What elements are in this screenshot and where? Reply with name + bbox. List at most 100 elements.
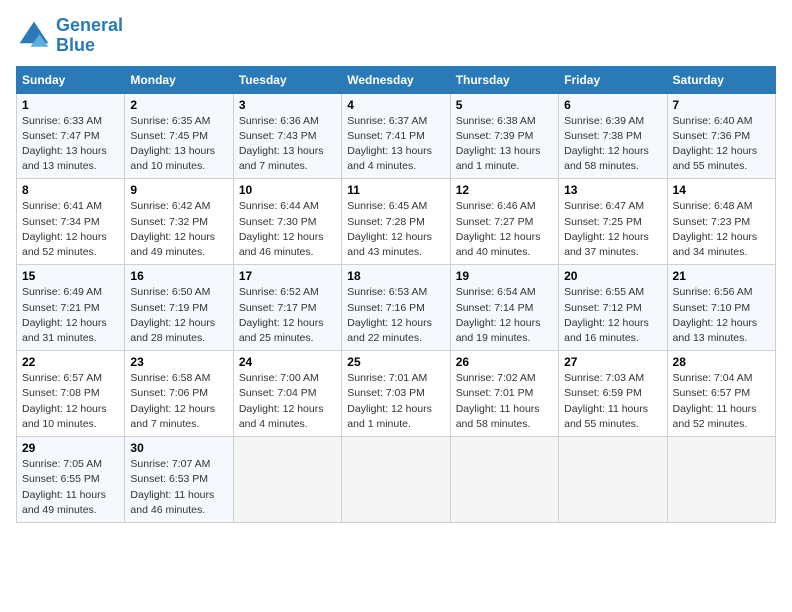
calendar-cell: 26 Sunrise: 7:02 AM Sunset: 7:01 PM Dayl…	[450, 351, 558, 437]
calendar-cell: 30 Sunrise: 7:07 AM Sunset: 6:53 PM Dayl…	[125, 437, 233, 523]
calendar-cell: 21 Sunrise: 6:56 AM Sunset: 7:10 PM Dayl…	[667, 265, 775, 351]
calendar-cell: 2 Sunrise: 6:35 AM Sunset: 7:45 PM Dayli…	[125, 93, 233, 179]
day-number: 10	[239, 183, 336, 197]
calendar-cell: 16 Sunrise: 6:50 AM Sunset: 7:19 PM Dayl…	[125, 265, 233, 351]
calendar-cell: 8 Sunrise: 6:41 AM Sunset: 7:34 PM Dayli…	[17, 179, 125, 265]
calendar-week-5: 29 Sunrise: 7:05 AM Sunset: 6:55 PM Dayl…	[17, 437, 776, 523]
logo: General Blue	[16, 16, 123, 56]
calendar-cell	[559, 437, 667, 523]
day-number: 18	[347, 269, 444, 283]
day-info: Sunrise: 6:53 AM Sunset: 7:16 PM Dayligh…	[347, 285, 444, 346]
day-info: Sunrise: 6:49 AM Sunset: 7:21 PM Dayligh…	[22, 285, 119, 346]
day-number: 4	[347, 98, 444, 112]
day-number: 21	[673, 269, 770, 283]
day-number: 12	[456, 183, 553, 197]
calendar-cell: 15 Sunrise: 6:49 AM Sunset: 7:21 PM Dayl…	[17, 265, 125, 351]
calendar-cell	[342, 437, 450, 523]
day-number: 23	[130, 355, 227, 369]
calendar-week-3: 15 Sunrise: 6:49 AM Sunset: 7:21 PM Dayl…	[17, 265, 776, 351]
day-info: Sunrise: 6:57 AM Sunset: 7:08 PM Dayligh…	[22, 371, 119, 432]
day-info: Sunrise: 6:58 AM Sunset: 7:06 PM Dayligh…	[130, 371, 227, 432]
calendar-table: SundayMondayTuesdayWednesdayThursdayFrid…	[16, 66, 776, 523]
day-number: 26	[456, 355, 553, 369]
day-number: 20	[564, 269, 661, 283]
day-info: Sunrise: 7:07 AM Sunset: 6:53 PM Dayligh…	[130, 457, 227, 518]
calendar-cell: 18 Sunrise: 6:53 AM Sunset: 7:16 PM Dayl…	[342, 265, 450, 351]
calendar-cell: 25 Sunrise: 7:01 AM Sunset: 7:03 PM Dayl…	[342, 351, 450, 437]
day-info: Sunrise: 6:37 AM Sunset: 7:41 PM Dayligh…	[347, 114, 444, 175]
day-number: 8	[22, 183, 119, 197]
col-header-sunday: Sunday	[17, 66, 125, 93]
calendar-cell: 3 Sunrise: 6:36 AM Sunset: 7:43 PM Dayli…	[233, 93, 341, 179]
day-info: Sunrise: 7:02 AM Sunset: 7:01 PM Dayligh…	[456, 371, 553, 432]
calendar-cell: 19 Sunrise: 6:54 AM Sunset: 7:14 PM Dayl…	[450, 265, 558, 351]
day-info: Sunrise: 6:44 AM Sunset: 7:30 PM Dayligh…	[239, 199, 336, 260]
col-header-monday: Monday	[125, 66, 233, 93]
calendar-cell: 12 Sunrise: 6:46 AM Sunset: 7:27 PM Dayl…	[450, 179, 558, 265]
day-number: 14	[673, 183, 770, 197]
calendar-cell: 20 Sunrise: 6:55 AM Sunset: 7:12 PM Dayl…	[559, 265, 667, 351]
day-info: Sunrise: 6:56 AM Sunset: 7:10 PM Dayligh…	[673, 285, 770, 346]
day-number: 2	[130, 98, 227, 112]
day-number: 19	[456, 269, 553, 283]
calendar-cell: 6 Sunrise: 6:39 AM Sunset: 7:38 PM Dayli…	[559, 93, 667, 179]
day-info: Sunrise: 7:04 AM Sunset: 6:57 PM Dayligh…	[673, 371, 770, 432]
day-info: Sunrise: 6:42 AM Sunset: 7:32 PM Dayligh…	[130, 199, 227, 260]
day-info: Sunrise: 6:47 AM Sunset: 7:25 PM Dayligh…	[564, 199, 661, 260]
calendar-week-1: 1 Sunrise: 6:33 AM Sunset: 7:47 PM Dayli…	[17, 93, 776, 179]
logo-text: General Blue	[56, 16, 123, 56]
calendar-cell: 29 Sunrise: 7:05 AM Sunset: 6:55 PM Dayl…	[17, 437, 125, 523]
calendar-cell: 7 Sunrise: 6:40 AM Sunset: 7:36 PM Dayli…	[667, 93, 775, 179]
day-info: Sunrise: 6:36 AM Sunset: 7:43 PM Dayligh…	[239, 114, 336, 175]
day-info: Sunrise: 6:41 AM Sunset: 7:34 PM Dayligh…	[22, 199, 119, 260]
col-header-friday: Friday	[559, 66, 667, 93]
day-info: Sunrise: 6:39 AM Sunset: 7:38 PM Dayligh…	[564, 114, 661, 175]
day-info: Sunrise: 6:50 AM Sunset: 7:19 PM Dayligh…	[130, 285, 227, 346]
calendar-cell: 24 Sunrise: 7:00 AM Sunset: 7:04 PM Dayl…	[233, 351, 341, 437]
calendar-cell	[667, 437, 775, 523]
calendar-cell	[450, 437, 558, 523]
calendar-cell: 10 Sunrise: 6:44 AM Sunset: 7:30 PM Dayl…	[233, 179, 341, 265]
day-number: 6	[564, 98, 661, 112]
calendar-week-2: 8 Sunrise: 6:41 AM Sunset: 7:34 PM Dayli…	[17, 179, 776, 265]
calendar-cell: 14 Sunrise: 6:48 AM Sunset: 7:23 PM Dayl…	[667, 179, 775, 265]
day-info: Sunrise: 6:45 AM Sunset: 7:28 PM Dayligh…	[347, 199, 444, 260]
day-number: 5	[456, 98, 553, 112]
calendar-cell: 13 Sunrise: 6:47 AM Sunset: 7:25 PM Dayl…	[559, 179, 667, 265]
day-info: Sunrise: 6:48 AM Sunset: 7:23 PM Dayligh…	[673, 199, 770, 260]
day-number: 13	[564, 183, 661, 197]
calendar-cell: 28 Sunrise: 7:04 AM Sunset: 6:57 PM Dayl…	[667, 351, 775, 437]
day-info: Sunrise: 6:55 AM Sunset: 7:12 PM Dayligh…	[564, 285, 661, 346]
day-number: 11	[347, 183, 444, 197]
day-number: 27	[564, 355, 661, 369]
day-number: 29	[22, 441, 119, 455]
day-info: Sunrise: 6:46 AM Sunset: 7:27 PM Dayligh…	[456, 199, 553, 260]
day-info: Sunrise: 6:40 AM Sunset: 7:36 PM Dayligh…	[673, 114, 770, 175]
col-header-saturday: Saturday	[667, 66, 775, 93]
col-header-wednesday: Wednesday	[342, 66, 450, 93]
calendar-cell: 9 Sunrise: 6:42 AM Sunset: 7:32 PM Dayli…	[125, 179, 233, 265]
calendar-cell: 11 Sunrise: 6:45 AM Sunset: 7:28 PM Dayl…	[342, 179, 450, 265]
calendar-cell: 22 Sunrise: 6:57 AM Sunset: 7:08 PM Dayl…	[17, 351, 125, 437]
day-info: Sunrise: 6:33 AM Sunset: 7:47 PM Dayligh…	[22, 114, 119, 175]
day-info: Sunrise: 6:52 AM Sunset: 7:17 PM Dayligh…	[239, 285, 336, 346]
day-number: 30	[130, 441, 227, 455]
day-info: Sunrise: 7:05 AM Sunset: 6:55 PM Dayligh…	[22, 457, 119, 518]
calendar-cell: 27 Sunrise: 7:03 AM Sunset: 6:59 PM Dayl…	[559, 351, 667, 437]
calendar-week-4: 22 Sunrise: 6:57 AM Sunset: 7:08 PM Dayl…	[17, 351, 776, 437]
calendar-cell: 5 Sunrise: 6:38 AM Sunset: 7:39 PM Dayli…	[450, 93, 558, 179]
logo-icon	[16, 18, 52, 54]
day-number: 16	[130, 269, 227, 283]
day-info: Sunrise: 6:54 AM Sunset: 7:14 PM Dayligh…	[456, 285, 553, 346]
calendar-cell: 1 Sunrise: 6:33 AM Sunset: 7:47 PM Dayli…	[17, 93, 125, 179]
col-header-thursday: Thursday	[450, 66, 558, 93]
calendar-cell: 4 Sunrise: 6:37 AM Sunset: 7:41 PM Dayli…	[342, 93, 450, 179]
day-number: 15	[22, 269, 119, 283]
day-number: 24	[239, 355, 336, 369]
day-info: Sunrise: 7:01 AM Sunset: 7:03 PM Dayligh…	[347, 371, 444, 432]
col-header-tuesday: Tuesday	[233, 66, 341, 93]
day-number: 28	[673, 355, 770, 369]
page-header: General Blue	[16, 16, 776, 56]
calendar-cell	[233, 437, 341, 523]
day-number: 1	[22, 98, 119, 112]
